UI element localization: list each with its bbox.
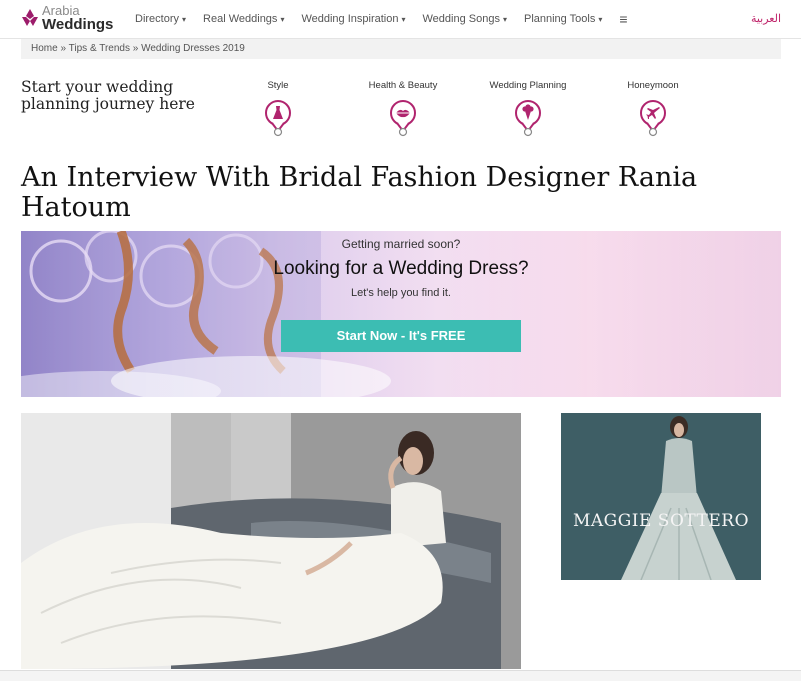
nav-real-weddings[interactable]: Real Weddings ▾ [203, 13, 284, 25]
bottom-edge [0, 670, 801, 681]
lips-icon [390, 100, 416, 137]
article-title: An Interview With Bridal Fashion Designe… [21, 162, 698, 223]
breadcrumb-separator: » [132, 43, 139, 54]
category-label: Style [267, 80, 289, 91]
logo-text-bottom: Weddings [42, 16, 114, 33]
chevron-down-icon: ▾ [598, 15, 603, 24]
category-label: Health & Beauty [368, 80, 438, 91]
breadcrumb-separator: » [60, 43, 67, 54]
breadcrumb-current-link[interactable]: Wedding Dresses 2019 [141, 43, 245, 54]
category-wedding-planning[interactable]: Wedding Planning [473, 80, 583, 137]
breadcrumb-section-link[interactable]: Tips & Trends [69, 43, 130, 54]
dress-finder-banner: Getting married soon? Looking for a Wedd… [21, 231, 781, 397]
banner-text: Let's help you find it. [351, 287, 451, 299]
banner-heading: Looking for a Wedding Dress? [273, 258, 529, 279]
ad-brand-text: MAGGIE SOTTERO [572, 511, 750, 531]
category-health-beauty[interactable]: Health & Beauty [348, 80, 458, 137]
maggie-sottero-ad[interactable]: MAGGIE SOTTERO [561, 413, 761, 580]
chevron-down-icon: ▾ [280, 15, 285, 24]
journey-tagline: Start your wedding planning journey here [21, 78, 195, 113]
nav-wedding-songs[interactable]: Wedding Songs ▾ [423, 13, 507, 25]
start-now-button[interactable]: Start Now - It's FREE [281, 320, 521, 352]
main-menu: Directory ▾ Real Weddings ▾ Wedding Inspir… [135, 0, 628, 38]
chevron-down-icon: ▾ [502, 15, 507, 24]
article-hero-image [21, 413, 521, 669]
banner-subheading: Getting married soon? [341, 237, 461, 251]
banner-background-image [21, 231, 781, 397]
ad-image [561, 413, 761, 580]
top-navbar: Arabia Weddings Directory ▾ Real Weddings… [0, 0, 801, 39]
chevron-down-icon: ▾ [401, 15, 406, 24]
hamburger-icon[interactable]: ≡ [619, 11, 627, 27]
category-style[interactable]: Style [223, 80, 333, 137]
logo-icon [22, 9, 38, 26]
airplane-icon [640, 100, 666, 137]
dress-icon [265, 100, 291, 137]
bride-on-sofa-photo [21, 413, 521, 669]
nav-directory[interactable]: Directory ▾ [135, 13, 186, 25]
chevron-down-icon: ▾ [182, 15, 187, 24]
site-logo[interactable]: Arabia Weddings [20, 4, 120, 34]
category-label: Honeymoon [627, 80, 679, 91]
breadcrumb: Home » Tips & Trends » Wedding Dresses 2… [21, 39, 781, 59]
nav-label: Wedding Songs [422, 13, 500, 25]
nav-label: Directory [135, 13, 180, 25]
language-switch-link[interactable]: العربية [751, 12, 781, 25]
category-label: Wedding Planning [489, 80, 567, 91]
breadcrumb-home-link[interactable]: Home [31, 43, 58, 54]
nav-planning-tools[interactable]: Planning Tools ▾ [524, 13, 602, 25]
nav-label: Real Weddings [203, 13, 278, 25]
nav-label: Planning Tools [523, 13, 596, 25]
nav-wedding-inspiration[interactable]: Wedding Inspiration ▾ [301, 13, 405, 25]
category-honeymoon[interactable]: Honeymoon [598, 80, 708, 137]
nav-label: Wedding Inspiration [301, 13, 399, 25]
bouquet-icon [515, 100, 541, 137]
